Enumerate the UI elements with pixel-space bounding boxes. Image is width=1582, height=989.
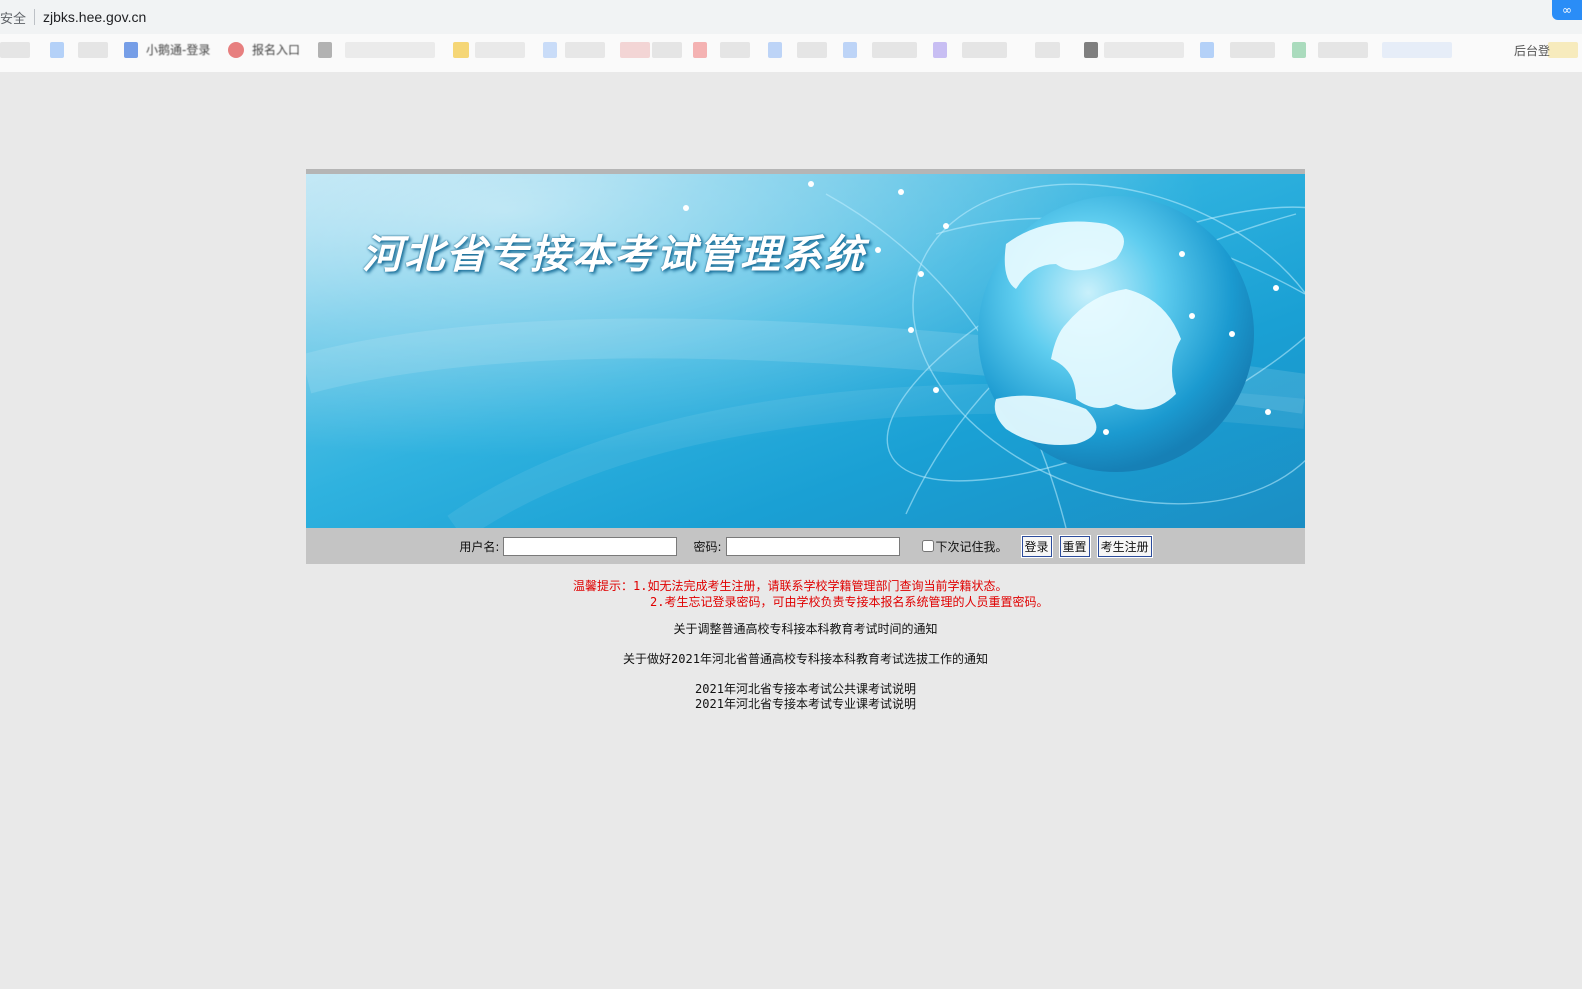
register-button[interactable]: 考生注册 bbox=[1096, 534, 1153, 558]
bookmark-item[interactable] bbox=[620, 42, 650, 58]
login-form: 用户名: 密码: 下次记住我。 登录 重置 考生注册 bbox=[306, 528, 1305, 564]
hint-line-1: 温馨提示：1.如无法完成考生注册，请联系学校学籍管理部门查询当前学籍状态。 bbox=[573, 579, 1008, 593]
password-label: 密码: bbox=[693, 539, 722, 554]
bookmark-item[interactable] bbox=[345, 42, 435, 58]
notice-link[interactable]: 关于做好2021年河北省普通高校专科接本科教育考试选拔工作的通知 bbox=[306, 652, 1305, 667]
header-banner: 河北省专接本考试管理系统 bbox=[306, 174, 1305, 528]
remember-me-label[interactable]: 下次记住我。 bbox=[936, 538, 1008, 555]
bookmark-item[interactable] bbox=[933, 42, 947, 58]
bookmark-item[interactable] bbox=[1230, 42, 1275, 58]
bookmark-item[interactable] bbox=[797, 42, 827, 58]
password-input[interactable] bbox=[725, 536, 900, 556]
hint-box: 温馨提示：1.如无法完成考生注册，请联系学校学籍管理部门查询当前学籍状态。 2.… bbox=[306, 578, 1305, 610]
bookmark-item[interactable] bbox=[1318, 42, 1368, 58]
bookmark-item[interactable] bbox=[1035, 42, 1060, 58]
notice-link[interactable]: 关于调整普通高校专科接本科教育考试时间的通知 bbox=[306, 622, 1305, 637]
bookmark-item[interactable] bbox=[565, 42, 605, 58]
username-label: 用户名: bbox=[459, 539, 500, 554]
divider bbox=[34, 9, 36, 25]
bookmark-item[interactable] bbox=[50, 42, 64, 58]
username-input[interactable] bbox=[503, 536, 678, 556]
bookmark-icon bbox=[1084, 42, 1098, 58]
bookmark-item[interactable] bbox=[768, 42, 782, 58]
bookmarks-bar bbox=[0, 34, 1582, 72]
browser-address-bar: 安全 zjbks.hee.gov.cn ∞ bbox=[0, 0, 1582, 34]
bookmark-item[interactable] bbox=[693, 42, 707, 58]
bookmark-item[interactable] bbox=[78, 42, 108, 58]
folder-icon bbox=[453, 42, 469, 58]
hint-line-2: 2.考生忘记登录密码，可由学校负责专接本报名系统管理的人员重置密码。 bbox=[650, 595, 1049, 609]
bookmark-item[interactable] bbox=[1200, 42, 1214, 58]
notice-link[interactable]: 2021年河北省专接本考试专业课考试说明 bbox=[306, 697, 1305, 712]
bookmark-label[interactable]: 报名入口 bbox=[252, 41, 300, 58]
bookmark-label[interactable]: 后台登 bbox=[1514, 42, 1550, 59]
bookmark-item[interactable] bbox=[652, 42, 682, 58]
security-label[interactable]: 安全 bbox=[0, 8, 26, 27]
bookmark-item[interactable] bbox=[962, 42, 1007, 58]
bookmark-item[interactable] bbox=[543, 42, 557, 58]
bookmark-item[interactable] bbox=[1548, 42, 1578, 58]
bookmark-icon bbox=[318, 42, 332, 58]
bookmark-item[interactable] bbox=[475, 42, 525, 58]
bookmark-item[interactable] bbox=[872, 42, 917, 58]
notice-list: 关于调整普通高校专科接本科教育考试时间的通知 关于做好2021年河北省普通高校专… bbox=[306, 622, 1305, 712]
bookmark-item[interactable] bbox=[843, 42, 857, 58]
site-title: 河北省专接本考试管理系统 bbox=[362, 231, 866, 278]
notice-link[interactable]: 2021年河北省专接本考试公共课考试说明 bbox=[306, 682, 1305, 697]
link-icon[interactable]: ∞ bbox=[1552, 0, 1582, 20]
bookmark-label[interactable]: 小鹅通-登录 bbox=[146, 41, 210, 58]
bookmark-icon bbox=[228, 42, 244, 58]
login-button[interactable]: 登录 bbox=[1020, 534, 1053, 558]
bookmark-item[interactable] bbox=[720, 42, 750, 58]
reset-button[interactable]: 重置 bbox=[1058, 534, 1091, 558]
bookmark-item[interactable] bbox=[0, 42, 30, 58]
bookmark-item[interactable] bbox=[1104, 42, 1184, 58]
remember-me-checkbox[interactable] bbox=[921, 540, 934, 552]
bookmark-item[interactable] bbox=[1382, 42, 1452, 58]
bookmark-item[interactable] bbox=[1292, 42, 1306, 58]
bookmark-icon bbox=[124, 42, 138, 58]
url-field[interactable]: zjbks.hee.gov.cn bbox=[43, 9, 146, 25]
